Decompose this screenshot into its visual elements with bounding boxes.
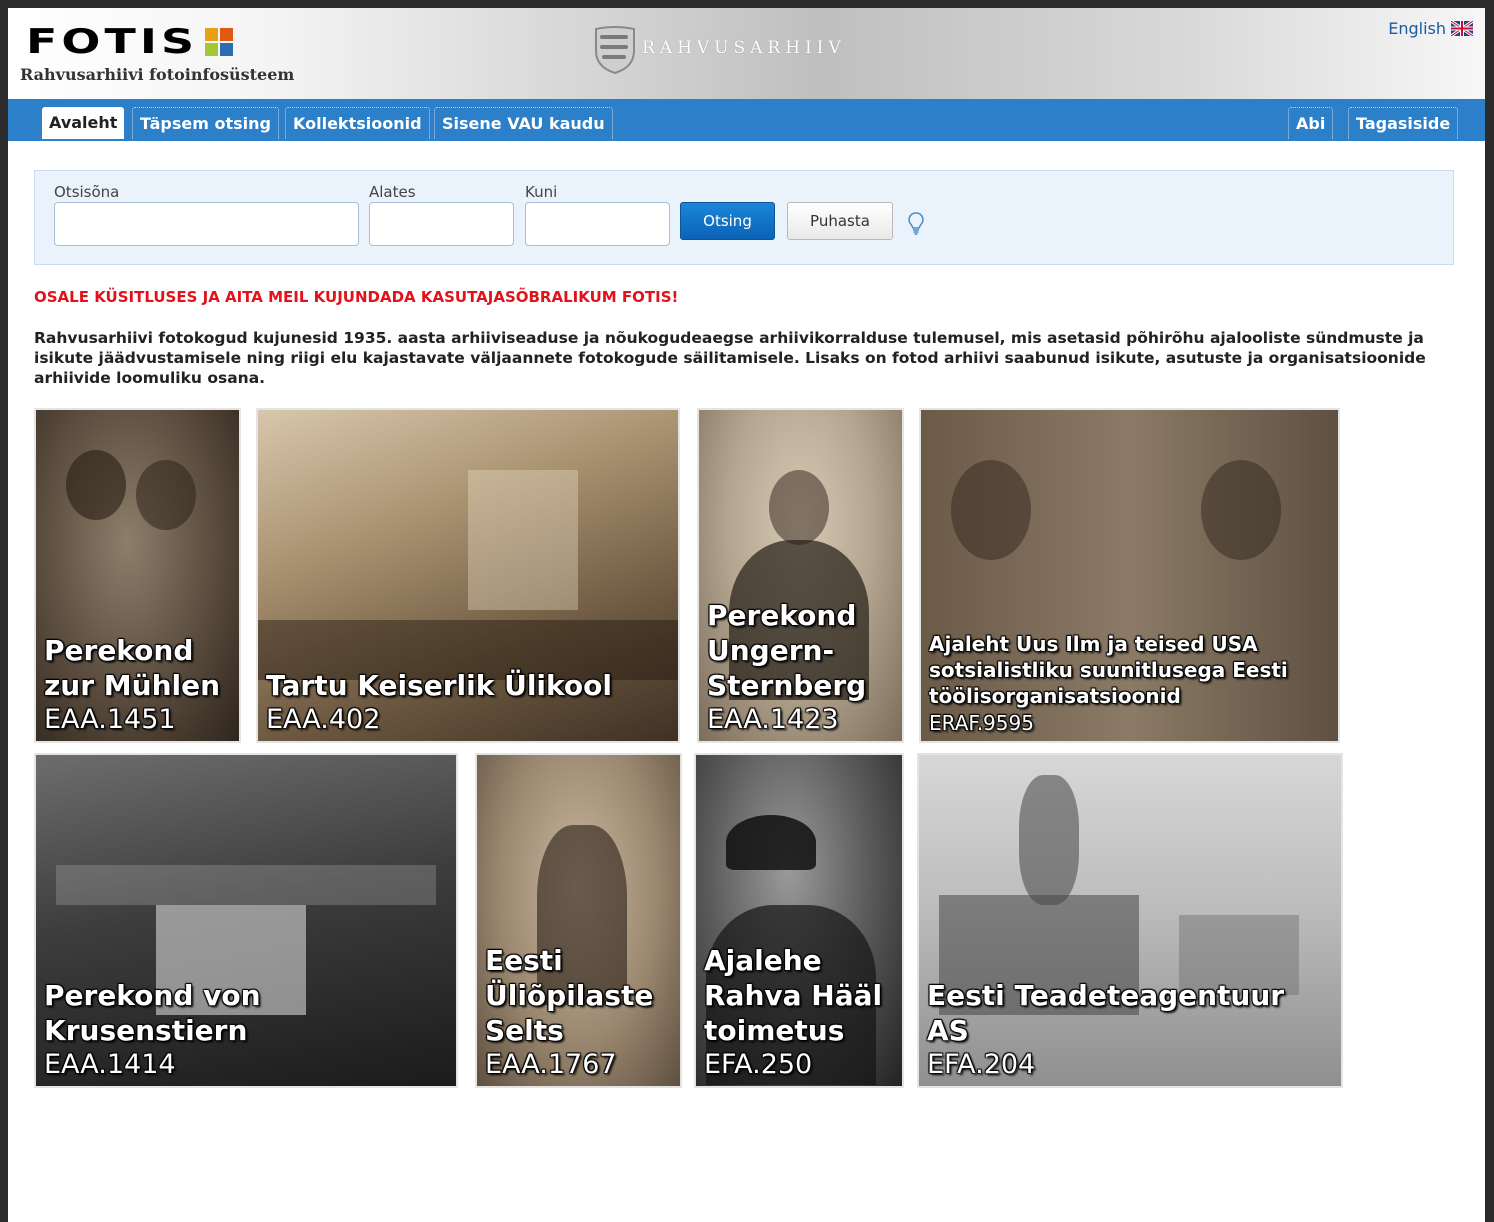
lightbulb-icon[interactable] xyxy=(907,211,925,237)
fotis-logo-squares-icon xyxy=(205,28,233,56)
collection-tile[interactable]: Perekond Ungern-Sternberg EAA.1423 xyxy=(697,408,904,743)
collection-title: Perekond Ungern-Sternberg xyxy=(707,599,867,702)
collection-code: ERAF.9595 xyxy=(929,711,1034,735)
main-navigation: Avaleht Täpsem otsing Kollektsioonid Sis… xyxy=(8,99,1485,141)
tab-avaleht[interactable]: Avaleht xyxy=(42,107,125,139)
collection-tile[interactable]: Perekond von Krusenstiern EAA.1414 xyxy=(34,753,458,1088)
collection-code: EAA.1451 xyxy=(44,704,176,735)
collection-title: Perekond zur Mühlen xyxy=(44,634,221,702)
tab-tagasiside[interactable]: Tagasiside xyxy=(1348,107,1459,139)
tab-tapsem-otsing[interactable]: Täpsem otsing xyxy=(132,107,279,139)
collection-code: EFA.250 xyxy=(704,1049,813,1080)
collection-code: EAA.1767 xyxy=(485,1049,617,1080)
site-header: FOTIS Rahvusarhiivi fotoinfosüsteem RAHV… xyxy=(8,8,1485,99)
collection-tile[interactable]: Ajalehe Rahva Hääl toimetus EFA.250 xyxy=(694,753,904,1088)
from-date-input[interactable] xyxy=(369,202,514,246)
intro-text: Rahvusarhiivi fotokogud kujunesid 1935. … xyxy=(34,329,1426,387)
collection-tile[interactable]: Eesti Üliõpilaste Selts EAA.1767 xyxy=(475,753,682,1088)
tab-kollektsioonid[interactable]: Kollektsioonid xyxy=(285,107,430,139)
from-label: Alates xyxy=(369,183,416,201)
collection-code: EFA.204 xyxy=(927,1049,1036,1080)
collection-code: EAA.1414 xyxy=(44,1049,176,1080)
archive-name: RAHVUSARHIIV xyxy=(642,38,846,58)
site-tagline: Rahvusarhiivi fotoinfosüsteem xyxy=(20,65,295,84)
language-link[interactable]: English xyxy=(1388,19,1446,38)
keyword-input[interactable] xyxy=(54,202,359,246)
collection-title: Eesti Üliõpilaste Selts xyxy=(485,944,654,1047)
collection-title: Ajaleht Uus Ilm ja teised USA sotsialist… xyxy=(929,632,1288,708)
survey-notice-link[interactable]: OSALE KÜSITLUSES JA AITA MEIL KUJUNDADA … xyxy=(34,288,678,306)
uk-flag-icon[interactable] xyxy=(1451,21,1473,36)
collection-title: Perekond von Krusenstiern xyxy=(44,979,261,1047)
coat-of-arms-icon xyxy=(595,26,635,75)
search-panel: Otsisõna Alates Kuni Otsing Puhasta xyxy=(34,170,1454,265)
tab-sisene-vau[interactable]: Sisene VAU kaudu xyxy=(434,107,613,139)
page: FOTIS Rahvusarhiivi fotoinfosüsteem RAHV… xyxy=(8,8,1485,1222)
collection-title: Eesti Teadeteagentuur AS xyxy=(927,979,1285,1047)
language-switch[interactable]: English xyxy=(1388,19,1473,38)
collection-code: EAA.402 xyxy=(266,704,381,735)
collection-title: Tartu Keiserlik Ülikool xyxy=(266,669,612,702)
collection-code: EAA.1423 xyxy=(707,704,839,735)
collection-tile[interactable]: Tartu Keiserlik Ülikool EAA.402 xyxy=(256,408,680,743)
clear-button[interactable]: Puhasta xyxy=(787,202,893,240)
collection-tile[interactable]: Ajaleht Uus Ilm ja teised USA sotsialist… xyxy=(919,408,1340,743)
collection-tile[interactable]: Eesti Teadeteagentuur AS EFA.204 xyxy=(917,753,1343,1088)
keyword-label: Otsisõna xyxy=(54,183,120,201)
to-date-input[interactable] xyxy=(525,202,670,246)
collection-tile[interactable]: Perekond zur Mühlen EAA.1451 xyxy=(34,408,241,743)
to-label: Kuni xyxy=(525,183,558,201)
search-button[interactable]: Otsing xyxy=(680,202,775,240)
tab-abi[interactable]: Abi xyxy=(1288,107,1334,139)
fotis-logo[interactable]: FOTIS xyxy=(26,22,198,62)
collection-title: Ajalehe Rahva Hääl toimetus xyxy=(704,944,883,1047)
